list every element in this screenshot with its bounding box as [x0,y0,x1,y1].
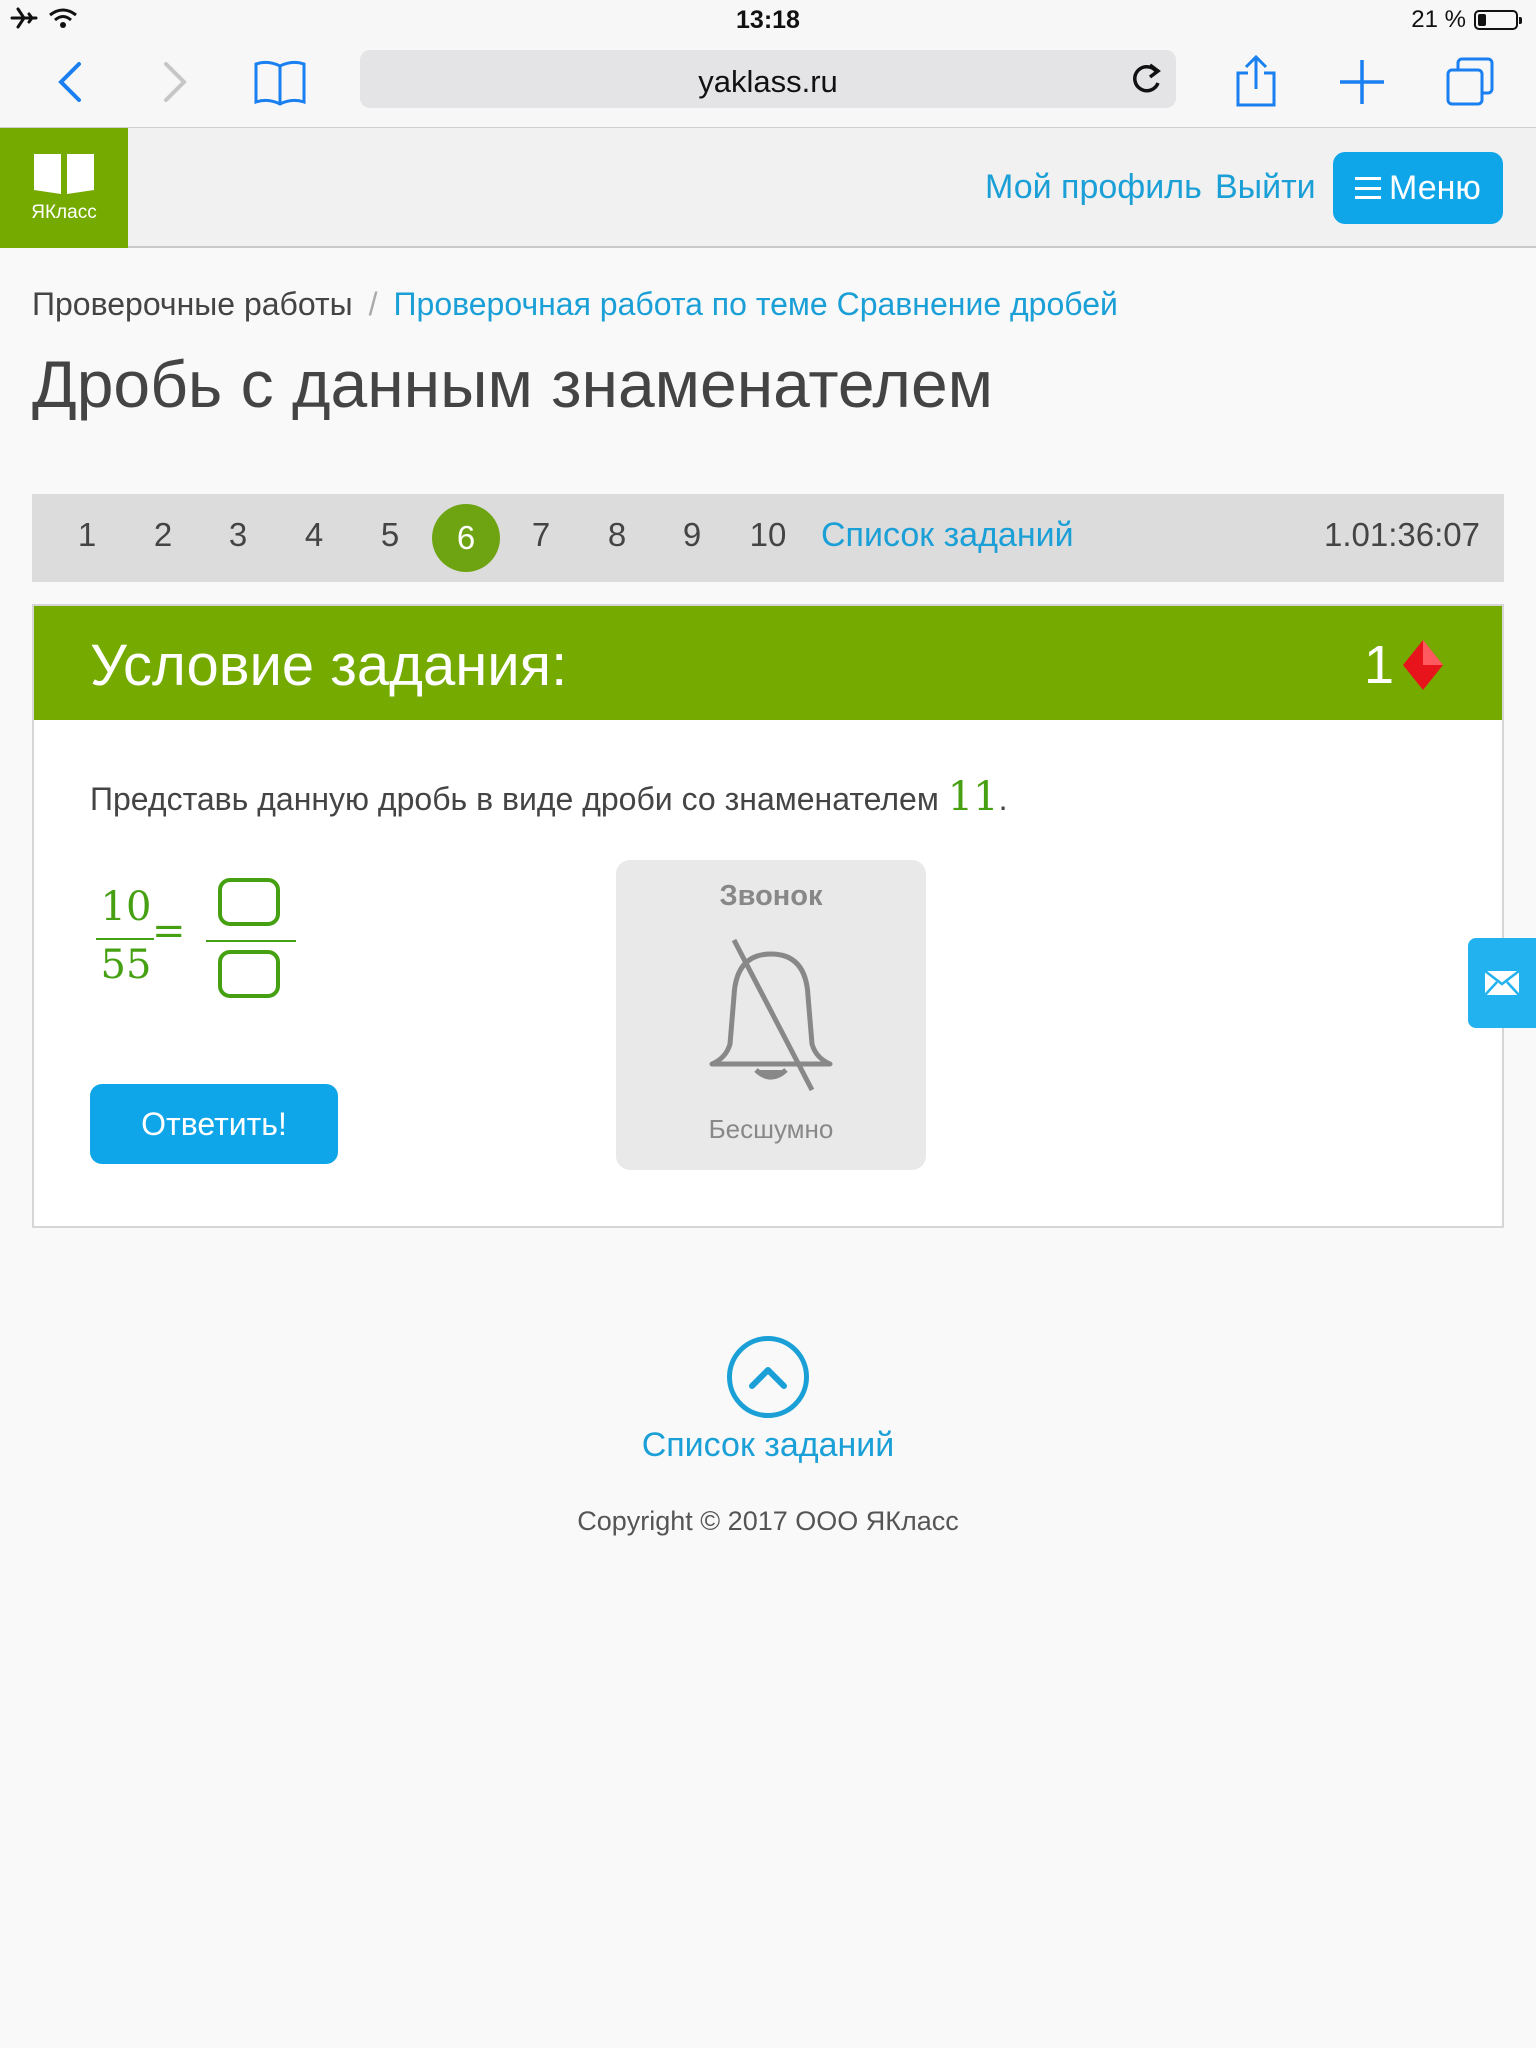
copyright: Copyright © 2017 ООО ЯКласс [577,1506,959,1536]
prompt-end: . [998,781,1008,817]
status-right: 21 % [1411,6,1522,34]
battery-percent: 21 % [1411,6,1466,33]
task-number-4[interactable]: 4 [284,516,344,554]
prompt-text: Представь данную дробь в виде дроби со з… [90,781,939,817]
task-number-10[interactable]: 10 [738,516,798,554]
target-denominator: 11 [947,774,999,820]
hamburger-icon [1355,177,1382,199]
share-icon [1236,55,1276,107]
task-points: 1 [1364,634,1444,696]
bell-title: Звонок [719,880,823,912]
scroll-up-button[interactable] [727,1336,809,1418]
points-value: 1 [1363,635,1394,695]
tabs-button[interactable] [1440,52,1500,112]
task-number-9[interactable]: 9 [662,516,722,554]
new-tab-icon [1340,60,1384,104]
share-button[interactable] [1226,52,1286,112]
task-number-2[interactable]: 2 [133,516,193,554]
task-card: Условие задания: 1 Представь данную дроб… [32,604,1504,1228]
diamond-icon [1403,640,1443,690]
task-number-3[interactable]: 3 [208,516,268,554]
menu-button[interactable]: Меню [1333,152,1503,224]
bookmarks-icon [254,60,306,106]
site-logo[interactable]: ЯКласс [0,128,128,248]
open-book-icon [34,154,94,194]
site-header: ЯКласс Мой профиль Выйти Меню [0,128,1536,248]
equals-sign: = [152,908,186,954]
task-number-6-active[interactable]: 6 [432,504,500,572]
status-bar: 13:18 21 % [0,0,1536,40]
given-denominator: 55 [100,942,152,988]
mail-icon [1484,970,1520,996]
task-number-8[interactable]: 8 [587,516,647,554]
new-tab-button[interactable] [1332,52,1392,112]
task-pagination: 1 2 3 4 5 6 7 8 9 10 Список заданий 1.01… [32,494,1504,582]
numerator-input[interactable] [218,878,280,926]
given-fraction-line [96,938,154,940]
bell-muted-icon [709,938,833,1092]
logout-link[interactable]: Выйти [1215,168,1316,207]
logo-text: ЯКласс [31,202,97,223]
url-text: yaklass.ru [698,64,838,99]
browser-toolbar: yaklass.ru [0,40,1536,128]
page-title: Дробь с данным знаменателем [32,347,994,421]
timer: 1.01:36:07 [1324,516,1480,553]
task-prompt: Представь данную дробь в виде дроби со з… [90,774,1008,820]
url-bar[interactable]: yaklass.ru [360,50,1176,108]
task-number-5[interactable]: 5 [360,516,420,554]
task-number-1[interactable]: 1 [57,516,117,554]
battery-icon [1474,10,1522,30]
reload-icon[interactable] [1126,59,1166,99]
breadcrumb-root[interactable]: Проверочные работы [32,286,353,322]
breadcrumb-current[interactable]: Проверочная работа по теме Сравнение дро… [394,286,1118,322]
given-numerator: 10 [100,884,152,930]
footer-task-list-link[interactable]: Список заданий [0,1426,1536,1465]
bookmarks-button[interactable] [250,52,310,112]
task-condition-title: Условие задания: [90,633,568,698]
bell-subtitle: Бесшумно [708,1114,834,1144]
answer-button[interactable]: Ответить! [90,1084,338,1164]
tabs-icon [1446,57,1494,106]
chevron-up-icon [749,1367,787,1389]
forward-icon [164,62,187,102]
bell-toggle[interactable]: Звонок Бесшумно [616,860,926,1170]
denominator-input[interactable] [218,950,280,998]
back-icon [58,62,81,102]
clock: 13:18 [736,6,800,34]
answer-fraction-line [206,940,296,942]
forward-button[interactable] [145,52,205,112]
breadcrumb: Проверочные работы / Проверочная работа по… [32,286,1118,323]
task-card-header: Условие задания: 1 [34,606,1502,720]
feedback-tab[interactable] [1468,938,1536,1028]
task-list-link[interactable]: Список заданий [821,516,1074,555]
task-number-7[interactable]: 7 [511,516,571,554]
profile-link[interactable]: Мой профиль [985,168,1202,207]
breadcrumb-separator: / [368,286,378,322]
menu-label: Меню [1389,168,1481,207]
back-button[interactable] [40,52,100,112]
